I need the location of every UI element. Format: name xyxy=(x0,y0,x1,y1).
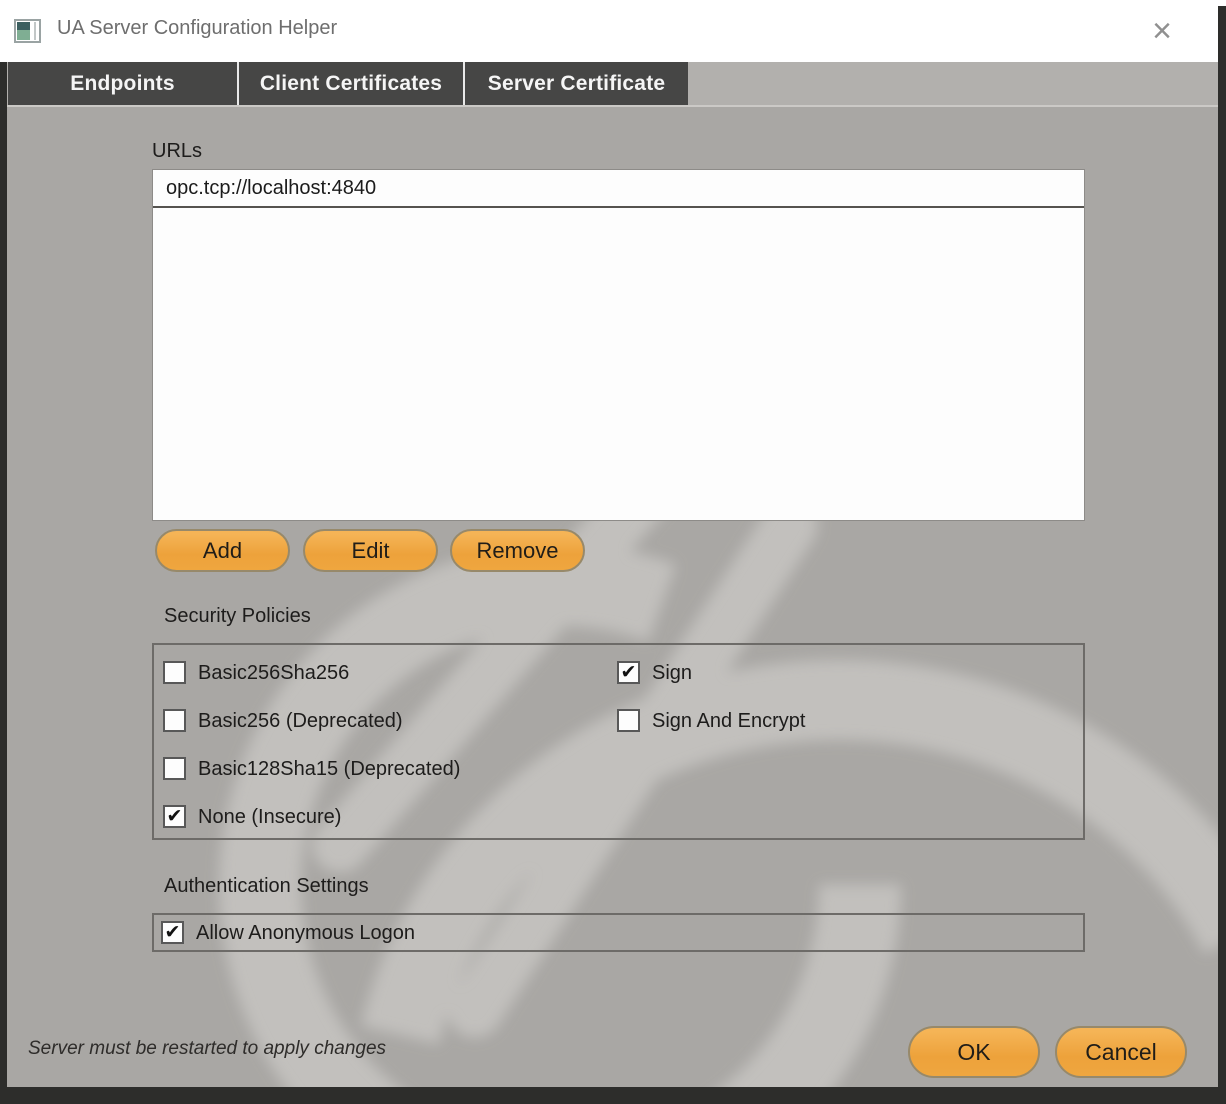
checkbox-label[interactable]: Basic256Sha256 xyxy=(198,661,349,685)
checkbox-label[interactable]: Basic256 (Deprecated) xyxy=(198,709,403,733)
window-border-bottom xyxy=(0,1087,1226,1104)
checkbox-box[interactable]: ✔ xyxy=(163,661,186,684)
checkbox-label[interactable]: None (Insecure) xyxy=(198,805,341,829)
checkbox-allow-anonymous-logon[interactable]: ✔ Allow Anonymous Logon xyxy=(161,921,415,945)
check-icon: ✔ xyxy=(621,663,637,682)
checkbox-box[interactable]: ✔ xyxy=(617,661,640,684)
form-layer: URLs opc.tcp://localhost:4840 Add Edit R… xyxy=(0,0,1226,1104)
checkbox-box[interactable]: ✔ xyxy=(163,805,186,828)
checkbox-box[interactable]: ✔ xyxy=(163,757,186,780)
urls-label: URLs xyxy=(152,140,202,163)
window-border-left xyxy=(0,62,7,1104)
checkbox-box[interactable]: ✔ xyxy=(617,709,640,732)
checkbox-sign[interactable]: ✔ Sign xyxy=(617,661,692,685)
authentication-groupbox: ✔ Allow Anonymous Logon xyxy=(152,913,1085,952)
checkbox-label[interactable]: Basic128Sha15 (Deprecated) xyxy=(198,757,460,781)
add-button[interactable]: Add xyxy=(155,529,290,572)
check-icon: ✔ xyxy=(167,807,183,826)
check-icon: ✔ xyxy=(165,923,181,942)
edit-button[interactable]: Edit xyxy=(303,529,438,572)
security-policies-label: Security Policies xyxy=(164,605,311,628)
checkbox-box[interactable]: ✔ xyxy=(161,921,184,944)
checkbox-label[interactable]: Sign xyxy=(652,661,692,685)
checkbox-basic128sha15-deprecated[interactable]: ✔ Basic128Sha15 (Deprecated) xyxy=(163,757,460,781)
checkbox-basic256sha256[interactable]: ✔ Basic256Sha256 xyxy=(163,661,349,685)
checkbox-label[interactable]: Allow Anonymous Logon xyxy=(196,921,415,945)
authentication-settings-label: Authentication Settings xyxy=(164,875,369,898)
checkbox-sign-and-encrypt[interactable]: ✔ Sign And Encrypt xyxy=(617,709,805,733)
remove-button[interactable]: Remove xyxy=(450,529,585,572)
url-list-item[interactable]: opc.tcp://localhost:4840 xyxy=(153,170,1084,208)
dialog-window: UA Server Configuration Helper × Endpoin… xyxy=(0,0,1226,1104)
checkbox-label[interactable]: Sign And Encrypt xyxy=(652,709,805,733)
checkbox-none-insecure[interactable]: ✔ None (Insecure) xyxy=(163,805,341,829)
window-border-right xyxy=(1218,6,1226,1104)
restart-note: Server must be restarted to apply change… xyxy=(28,1038,386,1060)
checkbox-basic256-deprecated[interactable]: ✔ Basic256 (Deprecated) xyxy=(163,709,403,733)
ok-button[interactable]: OK xyxy=(908,1026,1040,1078)
cancel-button[interactable]: Cancel xyxy=(1055,1026,1187,1078)
urls-listbox[interactable]: opc.tcp://localhost:4840 xyxy=(152,169,1085,521)
checkbox-box[interactable]: ✔ xyxy=(163,709,186,732)
security-policies-groupbox: ✔ Basic256Sha256 ✔ Basic256 (Deprecated)… xyxy=(152,643,1085,840)
